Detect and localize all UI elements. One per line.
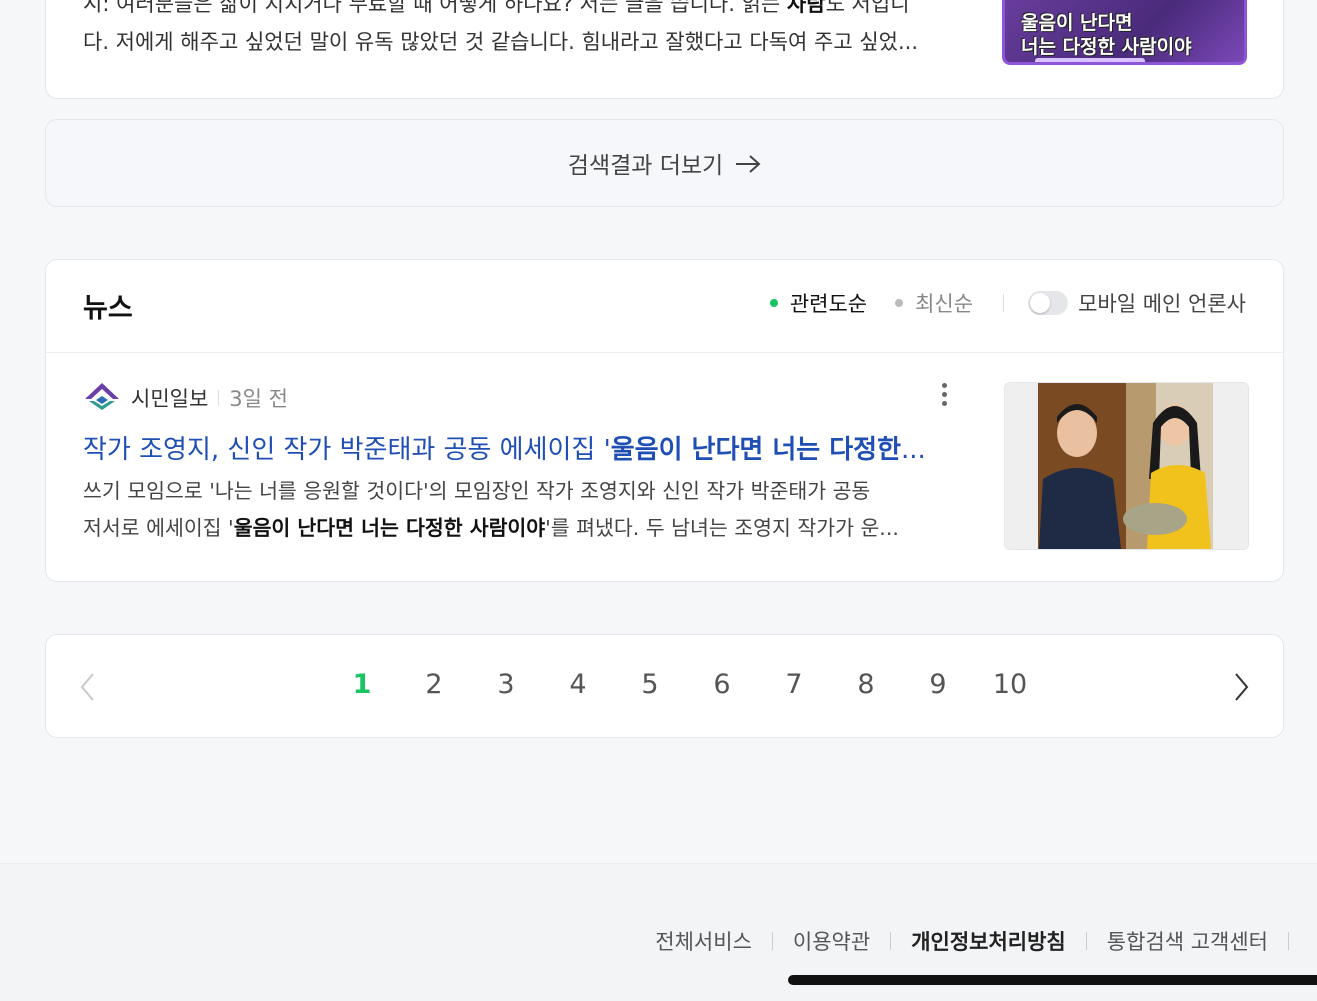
prev-page-icon[interactable] bbox=[78, 671, 98, 703]
desc-text: 쓰기 모임으로 '나는 너를 응원할 것이다'의 모임장인 작가 조영지와 신인… bbox=[83, 479, 871, 503]
next-page-icon[interactable] bbox=[1231, 671, 1251, 703]
more-results-button[interactable]: 검색결과 더보기 bbox=[45, 119, 1284, 207]
divider bbox=[890, 932, 892, 950]
headline-text: ... bbox=[901, 435, 926, 465]
prev-result-card[interactable]: 시: 여러분들은 삶이 지치거나 무료할 때 어떻게 하나요? 저는 글을 씁니… bbox=[45, 0, 1284, 99]
divider bbox=[1085, 932, 1087, 950]
snippet-text: 다. 저에게 해주고 싶었던 말이 유독 많았던 것 같습니다. 힘내라고 잘했… bbox=[83, 30, 918, 54]
page-2[interactable]: 2 bbox=[398, 669, 470, 700]
desc-text: 저서로 에세이집 ' bbox=[83, 516, 234, 540]
active-dot-icon bbox=[769, 299, 778, 307]
page-3[interactable]: 3 bbox=[470, 669, 542, 700]
news-sort-controls: 관련도순 최신순 모바일 메인 언론사 bbox=[769, 288, 1246, 318]
headline-text: 작가 조영지, 신인 작가 박준태과 공동 에세이집 ' bbox=[83, 435, 611, 465]
prev-result-thumbnail[interactable]: 울음이 난다면 너는 다정한 사람이야 bbox=[1002, 0, 1247, 65]
inactive-dot-icon bbox=[895, 299, 904, 307]
thumbnail-caption: 울음이 난다면 bbox=[1021, 12, 1133, 34]
toggle-label: 모바일 메인 언론사 bbox=[1078, 292, 1246, 316]
pagination: 1 2 3 4 5 6 7 8 9 10 bbox=[45, 634, 1284, 738]
page-10[interactable]: 10 bbox=[974, 669, 1046, 700]
sort-relevance-option[interactable]: 관련도순 bbox=[769, 288, 868, 318]
headline-highlight: 울음이 난다면 너는 다정한 bbox=[610, 435, 902, 465]
snippet-text: 시: 여러분들은 삶이 지치거나 무료할 때 어떻게 하나요? 저는 글을 씁니… bbox=[83, 0, 787, 16]
page-8[interactable]: 8 bbox=[830, 669, 902, 700]
news-photo bbox=[1005, 383, 1248, 549]
news-headline-link[interactable]: 작가 조영지, 신인 작가 박준태과 공동 에세이집 '울음이 난다면 너는 다… bbox=[83, 429, 953, 466]
thumbnail-decoration bbox=[1035, 58, 1145, 62]
snippet-text: 도 저입니 bbox=[825, 0, 910, 16]
mobile-main-press-toggle[interactable] bbox=[1028, 291, 1069, 315]
sort-label: 관련도순 bbox=[789, 292, 868, 316]
page-1[interactable]: 1 bbox=[326, 669, 398, 700]
news-description: 쓰기 모임으로 '나는 너를 응원할 것이다'의 모임장인 작가 조영지와 신인… bbox=[83, 473, 953, 547]
sort-label: 최신순 bbox=[915, 292, 974, 316]
divider bbox=[1288, 932, 1289, 950]
section-title: 뉴스 bbox=[83, 293, 133, 324]
home-indicator[interactable] bbox=[788, 975, 1317, 985]
page-6[interactable]: 6 bbox=[686, 669, 758, 700]
page-list: 1 2 3 4 5 6 7 8 9 10 bbox=[326, 669, 1046, 700]
desc-highlight: 울음이 난다면 너는 다정한 사람이야 bbox=[233, 516, 546, 540]
more-options-icon[interactable] bbox=[939, 383, 949, 411]
press-logo-icon[interactable] bbox=[83, 381, 121, 415]
thumbnail-caption: 너는 다정한 사람이야 bbox=[1021, 36, 1192, 58]
footer-link-help-center[interactable]: 통합검색 고객센터 bbox=[1107, 926, 1268, 956]
press-name[interactable]: 시민일보 bbox=[131, 383, 208, 413]
news-section: 뉴스 관련도순 최신순 모바일 메인 언론사 시민일보 3일 전 작가 조영지,… bbox=[45, 259, 1284, 582]
news-time: 3일 전 bbox=[229, 387, 288, 411]
news-source: 시민일보 3일 전 bbox=[83, 381, 288, 415]
page-9[interactable]: 9 bbox=[902, 669, 974, 700]
arrow-right-icon bbox=[736, 155, 761, 173]
divider bbox=[1003, 294, 1005, 312]
footer-link-privacy[interactable]: 개인정보처리방침 bbox=[911, 926, 1066, 956]
toggle-knob bbox=[1030, 293, 1051, 313]
page-5[interactable]: 5 bbox=[614, 669, 686, 700]
news-thumbnail[interactable] bbox=[1004, 382, 1249, 550]
news-header: 뉴스 관련도순 최신순 모바일 메인 언론사 bbox=[46, 260, 1283, 353]
snippet-highlight: 사람 bbox=[786, 0, 826, 16]
footer-link-terms[interactable]: 이용약관 bbox=[793, 926, 870, 956]
desc-text: '를 펴냈다. 두 남녀는 조영지 작가가 운... bbox=[545, 516, 899, 540]
sort-latest-option[interactable]: 최신순 bbox=[895, 288, 973, 318]
footer-link-all-services[interactable]: 전체서비스 bbox=[655, 926, 752, 956]
divider bbox=[218, 390, 220, 406]
page-7[interactable]: 7 bbox=[758, 669, 830, 700]
news-item[interactable]: 시민일보 3일 전 작가 조영지, 신인 작가 박준태과 공동 에세이집 '울음… bbox=[46, 353, 1283, 583]
page-4[interactable]: 4 bbox=[542, 669, 614, 700]
divider bbox=[771, 932, 773, 950]
footer-links: 전체서비스 이용약관 개인정보처리방침 통합검색 고객센터 bbox=[655, 926, 1309, 956]
more-results-label: 검색결과 더보기 bbox=[567, 153, 724, 179]
